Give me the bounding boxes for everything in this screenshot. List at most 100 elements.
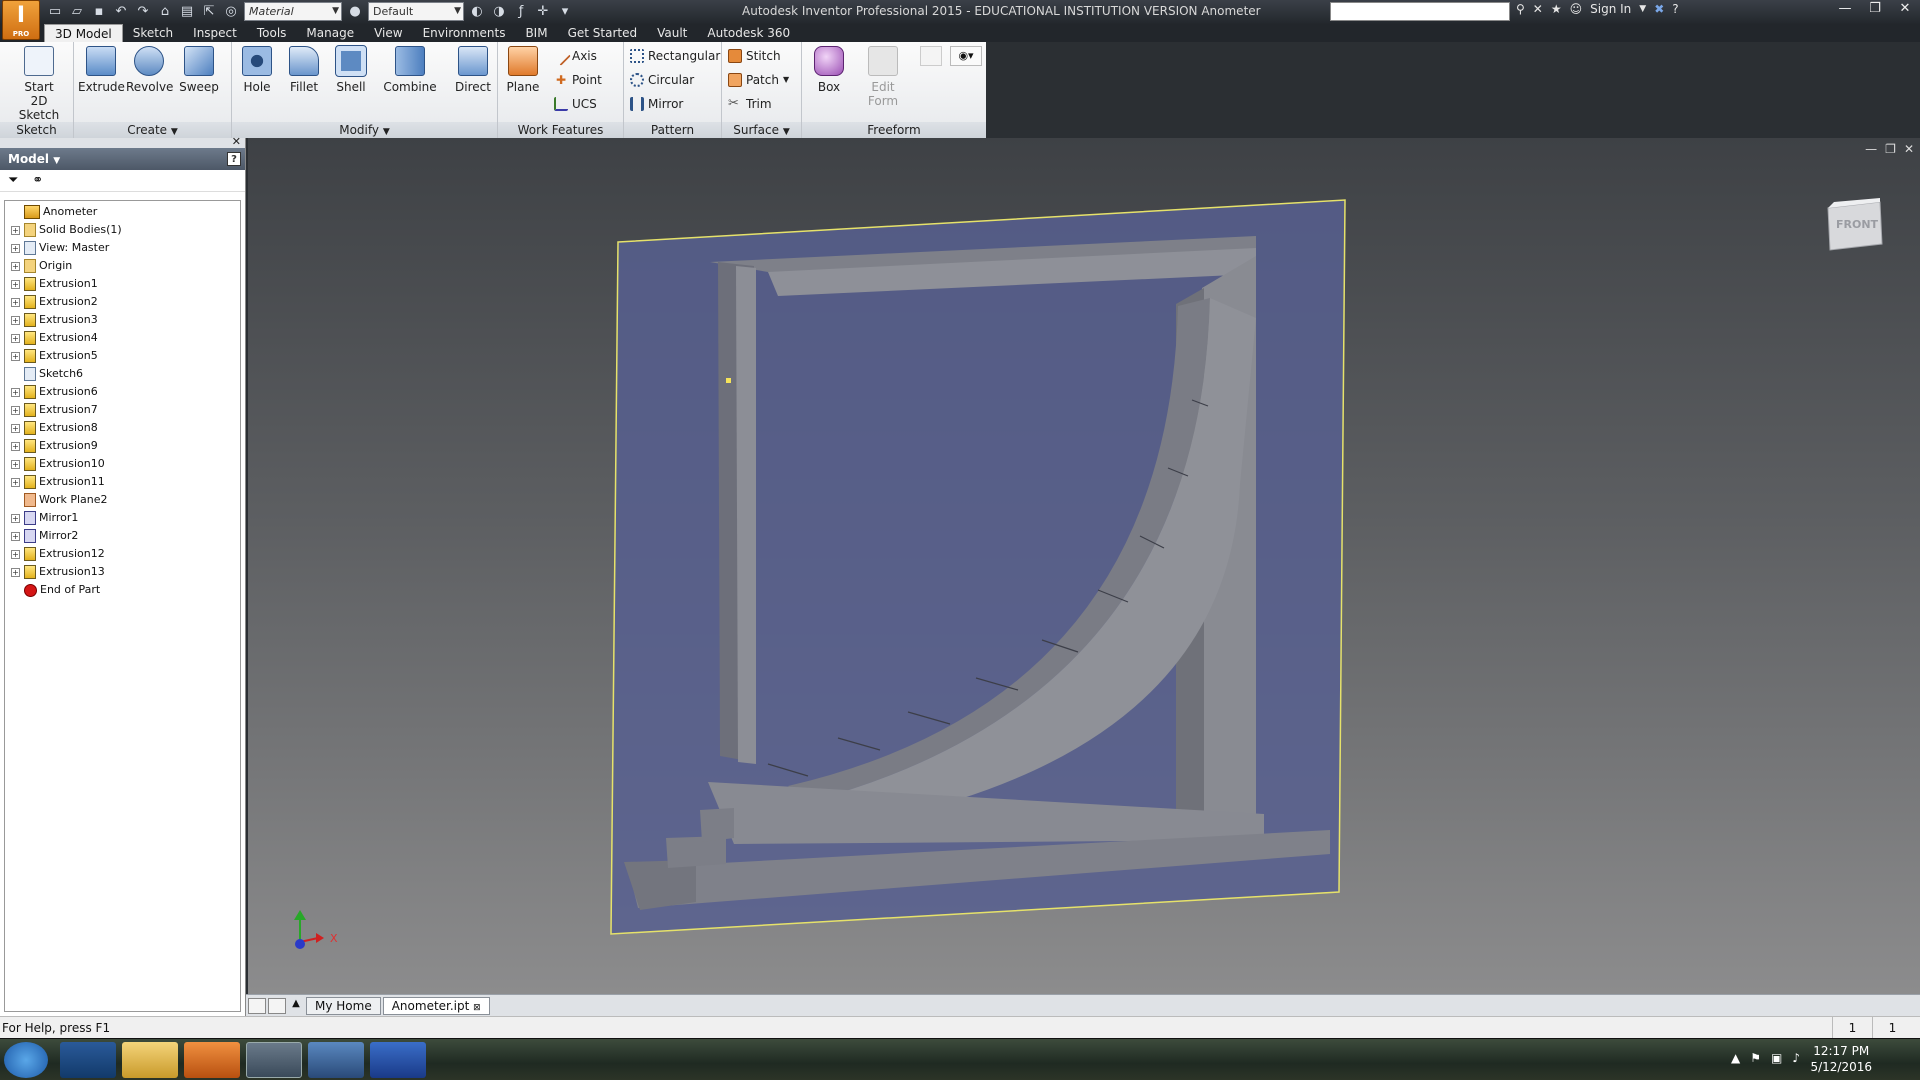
expand-icon[interactable]: + bbox=[11, 513, 20, 523]
media-player-icon[interactable] bbox=[184, 1042, 240, 1078]
favorites-icon[interactable]: ★ bbox=[1551, 2, 1562, 16]
freeform-options-icon[interactable] bbox=[920, 46, 942, 66]
expand-icon[interactable]: + bbox=[11, 423, 20, 433]
ribbon-display-options-button[interactable]: ◉▾ bbox=[950, 46, 982, 66]
tree-node[interactable]: + Extrusion11 bbox=[5, 473, 240, 491]
close-icon[interactable]: ⊠ bbox=[473, 1003, 481, 1013]
tile-view-icon[interactable] bbox=[248, 997, 266, 1014]
expand-icon[interactable]: + bbox=[11, 261, 20, 271]
ucs-button[interactable]: UCS bbox=[554, 94, 597, 114]
expand-icon[interactable]: + bbox=[11, 459, 20, 469]
new-file-icon[interactable]: ▭ bbox=[46, 3, 64, 21]
axis-button[interactable]: Axis bbox=[551, 46, 597, 66]
appearance-combo[interactable]: Default ▼ bbox=[368, 2, 464, 21]
measure-icon[interactable]: ✛ bbox=[534, 3, 552, 21]
help-icon[interactable]: ? bbox=[1672, 2, 1678, 16]
tree-node[interactable]: End of Part bbox=[5, 581, 240, 599]
appearance-icon[interactable]: ● bbox=[346, 3, 364, 21]
action-center-icon[interactable]: ⚑ bbox=[1750, 1051, 1761, 1065]
graphics-viewport[interactable]: — ❐ ✕ X FRONT bbox=[248, 138, 1920, 994]
expand-icon[interactable]: + bbox=[11, 315, 20, 325]
tree-node[interactable]: + Extrusion4 bbox=[5, 329, 240, 347]
expand-icon[interactable]: + bbox=[11, 387, 20, 397]
search-icon[interactable]: ⚲ bbox=[1516, 2, 1525, 16]
remote-desktop-icon[interactable] bbox=[308, 1042, 364, 1078]
undo-icon[interactable]: ↶ bbox=[112, 3, 130, 21]
tree-node[interactable]: + Extrusion1 bbox=[5, 275, 240, 293]
cascade-view-icon[interactable] bbox=[268, 997, 286, 1014]
print-icon[interactable]: ▤ bbox=[178, 3, 196, 21]
expand-icon[interactable]: + bbox=[11, 477, 20, 487]
start-2d-sketch-button[interactable]: Start 2D Sketch bbox=[14, 46, 64, 122]
filter-icon[interactable]: ⏷ bbox=[8, 173, 18, 188]
view-cube[interactable]: FRONT bbox=[1824, 198, 1886, 254]
tree-node[interactable]: + Origin bbox=[5, 257, 240, 275]
tab-autodesk-360[interactable]: Autodesk 360 bbox=[697, 24, 800, 42]
exchange-icon[interactable]: ✖ bbox=[1654, 2, 1664, 16]
tab-vault[interactable]: Vault bbox=[647, 24, 697, 42]
expand-icon[interactable]: + bbox=[11, 225, 20, 235]
expand-icon[interactable]: + bbox=[11, 279, 20, 289]
internet-explorer-icon[interactable] bbox=[60, 1042, 116, 1078]
word-icon[interactable] bbox=[370, 1042, 426, 1078]
tree-node[interactable]: + Extrusion3 bbox=[5, 311, 240, 329]
expand-icon[interactable]: + bbox=[11, 243, 20, 253]
direct-edit-button[interactable]: Direct bbox=[450, 46, 496, 94]
tab-tools[interactable]: Tools bbox=[247, 24, 297, 42]
expand-icon[interactable]: + bbox=[11, 297, 20, 307]
mirror-button[interactable]: Mirror bbox=[630, 94, 683, 114]
tree-node[interactable]: + View: Master bbox=[5, 239, 240, 257]
tree-node[interactable]: + Mirror1 bbox=[5, 509, 240, 527]
redo-icon[interactable]: ↷ bbox=[134, 3, 152, 21]
expand-icon[interactable]: + bbox=[11, 333, 20, 343]
tree-node[interactable]: + Mirror2 bbox=[5, 527, 240, 545]
save-icon[interactable]: ▪ bbox=[90, 3, 108, 21]
plane-button[interactable]: Plane bbox=[500, 46, 546, 94]
tab-get-started[interactable]: Get Started bbox=[558, 24, 648, 42]
tree-node[interactable]: + Solid Bodies(1) bbox=[5, 221, 240, 239]
tree-node[interactable]: + Extrusion6 bbox=[5, 383, 240, 401]
tree-node[interactable]: + Extrusion9 bbox=[5, 437, 240, 455]
tree-node[interactable]: + Extrusion2 bbox=[5, 293, 240, 311]
expand-icon[interactable]: + bbox=[11, 351, 20, 361]
revolve-button[interactable]: Revolve bbox=[126, 46, 173, 94]
expand-icon[interactable]: + bbox=[11, 549, 20, 559]
tree-node[interactable]: + Extrusion7 bbox=[5, 401, 240, 419]
tree-node[interactable]: Anometer bbox=[5, 203, 240, 221]
tree-node[interactable]: + Extrusion5 bbox=[5, 347, 240, 365]
tab-view[interactable]: View bbox=[364, 24, 412, 42]
tree-node[interactable]: + Extrusion12 bbox=[5, 545, 240, 563]
inventor-taskbar-icon[interactable] bbox=[246, 1042, 302, 1078]
sign-in-link[interactable]: Sign In bbox=[1590, 2, 1631, 16]
tree-node[interactable]: + Extrusion10 bbox=[5, 455, 240, 473]
circular-pattern-button[interactable]: Circular bbox=[630, 70, 694, 90]
minimize-button[interactable]: — bbox=[1830, 0, 1860, 20]
app-logo-button[interactable]: I PRO bbox=[2, 0, 40, 40]
stitch-button[interactable]: Stitch bbox=[728, 46, 781, 66]
hole-button[interactable]: Hole bbox=[234, 46, 280, 94]
rectangular-pattern-button[interactable]: Rectangular bbox=[630, 46, 720, 66]
edit-form-button[interactable]: Edit Form bbox=[860, 46, 906, 108]
adjust-icon[interactable]: ◑ bbox=[490, 3, 508, 21]
tree-node[interactable]: + Extrusion13 bbox=[5, 563, 240, 581]
tree-node[interactable]: + Extrusion8 bbox=[5, 419, 240, 437]
browser-help-icon[interactable]: ? bbox=[227, 152, 241, 166]
tab-manage[interactable]: Manage bbox=[296, 24, 364, 42]
expand-icon[interactable]: + bbox=[11, 441, 20, 451]
home-icon[interactable]: ⌂ bbox=[156, 3, 174, 21]
help-search-input[interactable] bbox=[1330, 2, 1510, 21]
modify-panel-label[interactable]: Modify ▼ bbox=[232, 122, 497, 138]
start-button[interactable] bbox=[4, 1042, 48, 1078]
close-icon[interactable]: ✕ bbox=[232, 135, 241, 148]
freeform-box-button[interactable]: Box bbox=[806, 46, 852, 94]
chevron-down-icon[interactable]: ▼ bbox=[1639, 4, 1646, 14]
user-icon[interactable]: ☺ bbox=[1570, 2, 1583, 16]
clear-appearance-icon[interactable]: ◐ bbox=[468, 3, 486, 21]
surface-panel-label[interactable]: Surface ▼ bbox=[722, 122, 801, 138]
tab-sketch[interactable]: Sketch bbox=[123, 24, 183, 42]
update-icon[interactable]: ◎ bbox=[222, 3, 240, 21]
material-combo[interactable]: Material ▼ bbox=[244, 2, 342, 21]
point-button[interactable]: ✚ Point bbox=[554, 70, 602, 90]
customize-qat-icon[interactable]: ▾ bbox=[556, 3, 574, 21]
show-hidden-icons[interactable]: ▲ bbox=[1731, 1051, 1740, 1065]
